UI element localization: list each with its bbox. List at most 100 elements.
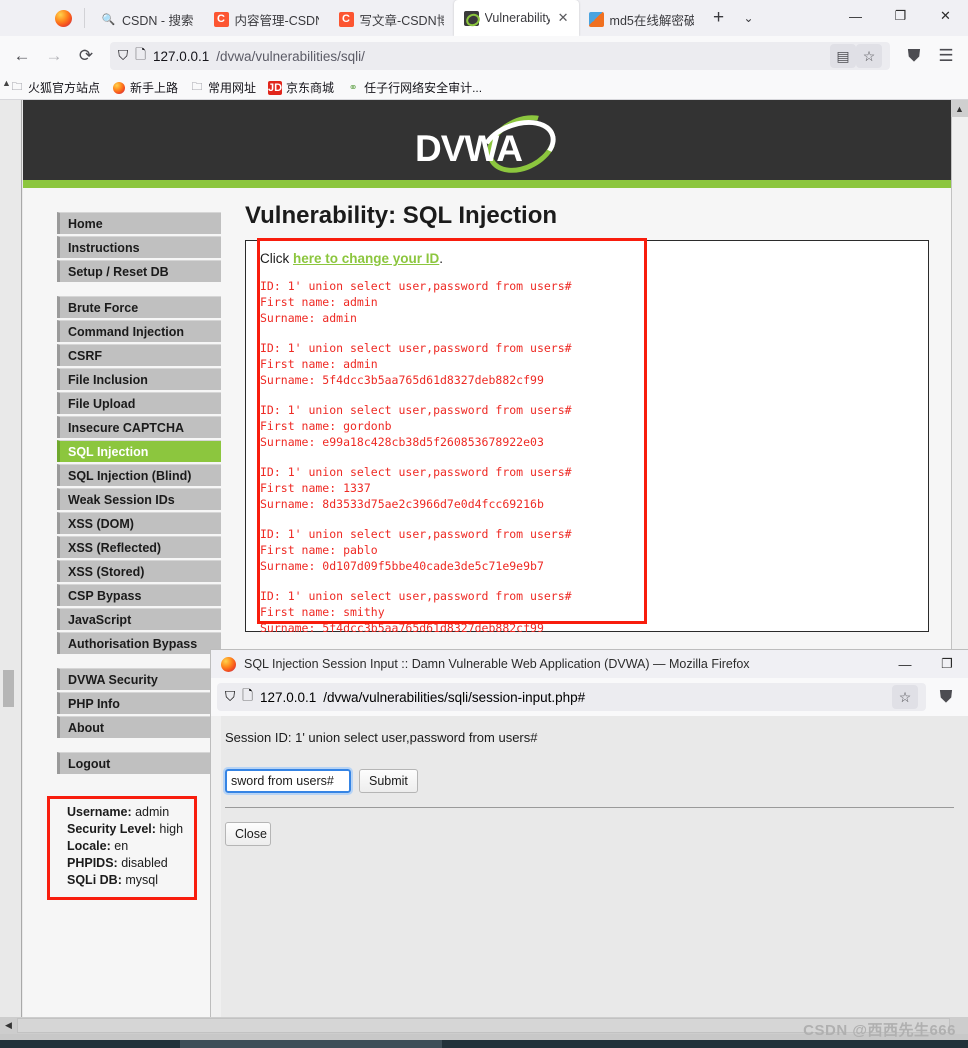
sidebar-item-sql-injection-blind[interactable]: SQL Injection (Blind)	[57, 464, 221, 486]
close-button[interactable]: ✕	[923, 0, 968, 32]
sidebar-item-setup-reset-db[interactable]: Setup / Reset DB	[57, 260, 221, 282]
bookmark-star-icon[interactable]: ☆	[856, 44, 882, 68]
result-surname: Surname: 8d3533d75ae2c3966d7e0d4fcc69216…	[260, 497, 544, 511]
sidebar-item-dvwa-security[interactable]: DVWA Security	[57, 668, 221, 690]
tab-label: CSDN - 搜索	[122, 13, 194, 28]
info-security-row: Security Level: high	[67, 821, 215, 838]
info-phpids-row: PHPIDS: disabled	[67, 855, 215, 872]
sidebar-item-brute-force[interactable]: Brute Force	[57, 296, 221, 318]
sidebar-item-xss-stored[interactable]: XSS (Stored)	[57, 560, 221, 582]
info-security-label: Security Level:	[67, 822, 156, 836]
sidebar-item-weak-session-ids[interactable]: Weak Session IDs	[57, 488, 221, 510]
background-scrollbar-thumb[interactable]	[3, 670, 14, 707]
sidebar-item-label: SQL Injection (Blind)	[68, 468, 192, 483]
sidebar-item-authorisation-bypass[interactable]: Authorisation Bypass	[57, 632, 221, 654]
new-tab-button[interactable]: +	[704, 3, 734, 33]
back-icon[interactable]: ←	[6, 41, 38, 71]
popup-left-strip	[211, 716, 221, 1026]
window-controls: — ❐ ✕	[833, 0, 968, 36]
tab-content-mgmt[interactable]: C 内容管理-CSDN	[204, 2, 329, 36]
tab-write-article[interactable]: C 写文章-CSDN博	[329, 2, 454, 36]
logo-text: DVWA	[415, 128, 523, 169]
bookmark-item[interactable]: 🗀 火狐官方站点	[10, 79, 101, 96]
session-form: sword from users# Submit	[223, 767, 968, 795]
sidebar-item-label: SQL Injection	[68, 444, 149, 459]
csdn-icon: C	[213, 11, 229, 27]
sidebar-item-label: Authorisation Bypass	[68, 636, 198, 651]
sidebar-item-instructions[interactable]: Instructions	[57, 236, 221, 258]
sidebar-item-label: CSRF	[68, 348, 103, 363]
bookmark-item[interactable]: JD 京东商城	[268, 79, 334, 96]
sidebar-item-label: Home	[68, 216, 103, 231]
tab-strip: 🔍 CSDN - 搜索 C 内容管理-CSDN C 写文章-CSDN博 Vuln…	[0, 0, 968, 36]
close-button[interactable]: Close	[225, 822, 271, 846]
scroll-up-arrow-icon[interactable]: ▲	[2, 78, 11, 88]
popup-titlebar: SQL Injection Session Input :: Damn Vuln…	[211, 650, 968, 678]
sidebar-item-label: Brute Force	[68, 300, 139, 315]
change-id-link[interactable]: here to change your ID	[293, 251, 439, 266]
sidebar-item-about[interactable]: About	[57, 716, 221, 738]
hamburger-menu-icon[interactable]: ☰	[930, 41, 962, 71]
info-phpids-value: disabled	[121, 856, 168, 870]
session-input-popup-window: SQL Injection Session Input :: Damn Vuln…	[211, 650, 968, 1026]
sidebar-item-csrf[interactable]: CSRF	[57, 344, 221, 366]
popup-maximize-button[interactable]: ❐	[926, 650, 968, 678]
reload-icon[interactable]: ⟳	[70, 41, 102, 71]
popup-pocket-icon[interactable]: ⛊	[930, 682, 962, 712]
sidebar-item-sql-injection[interactable]: SQL Injection	[57, 440, 221, 462]
sidebar-item-home[interactable]: Home	[57, 212, 221, 234]
dvwa-green-divider	[23, 180, 951, 188]
taskbar-segment	[0, 1040, 180, 1048]
sidebar-item-xss-dom[interactable]: XSS (DOM)	[57, 512, 221, 534]
bookmark-item[interactable]: 🗀 常用网址	[190, 79, 257, 96]
sidebar-item-csp-bypass[interactable]: CSP Bypass	[57, 584, 221, 606]
popup-address-bar[interactable]: ⛉ 🗋 127.0.0.1/dvwa/vulnerabilities/sqli/…	[217, 683, 926, 711]
bookmark-label: 火狐官方站点	[28, 81, 101, 95]
firefox-icon	[112, 81, 126, 95]
sidebar-item-file-inclusion[interactable]: File Inclusion	[57, 368, 221, 390]
scrollbar-thumb[interactable]	[951, 117, 968, 682]
sidebar-group-general: Home Instructions Setup / Reset DB	[23, 212, 223, 282]
sidebar-group-meta: DVWA Security PHP Info About	[23, 668, 223, 738]
chevron-down-icon[interactable]: ⌄	[734, 3, 764, 33]
login-info-box: Username: admin Security Level: high Loc…	[57, 796, 225, 897]
scroll-left-icon[interactable]: ◀	[0, 1020, 17, 1031]
popup-window-controls: — ❐	[884, 650, 968, 678]
bookmark-item[interactable]: ⚭ 任子行网络安全审计...	[346, 79, 482, 96]
tab-csdn-search[interactable]: 🔍 CSDN - 搜索	[91, 2, 204, 36]
sidebar-item-label: Insecure CAPTCHA	[68, 420, 184, 435]
forward-icon[interactable]: →	[38, 41, 70, 71]
sidebar-item-file-upload[interactable]: File Upload	[57, 392, 221, 414]
page-icon: 🗋	[242, 687, 253, 703]
sidebar-item-label: Weak Session IDs	[68, 492, 175, 507]
result-surname: Surname: 0d107d09f5bbe40cade3de5c71e9e9b…	[260, 559, 544, 573]
sidebar-item-label: XSS (Reflected)	[68, 540, 162, 555]
result-row: ID: 1' union select user,password from u…	[260, 588, 914, 636]
sidebar-item-label: File Inclusion	[68, 372, 148, 387]
sidebar-group-session: Logout	[23, 752, 223, 774]
sidebar-item-logout[interactable]: Logout	[57, 752, 221, 774]
reader-mode-icon[interactable]: ▤	[830, 44, 856, 68]
result-first-name: First name: gordonb	[260, 419, 392, 433]
dvwa-icon	[463, 10, 479, 26]
search-icon: 🔍	[101, 13, 116, 26]
sidebar-item-php-info[interactable]: PHP Info	[57, 692, 221, 714]
session-id-input[interactable]: sword from users#	[223, 767, 353, 795]
scroll-up-icon[interactable]: ▲	[951, 100, 968, 117]
pocket-icon[interactable]: ⛊	[898, 41, 930, 71]
bookmarks-toolbar: 🗀 火狐官方站点 新手上路 🗀 常用网址 JD 京东商城 ⚭ 任子行网络安全审计…	[0, 76, 968, 100]
popup-bookmark-star-icon[interactable]: ☆	[892, 685, 918, 709]
sidebar-item-insecure-captcha[interactable]: Insecure CAPTCHA	[57, 416, 221, 438]
sidebar-item-xss-reflected[interactable]: XSS (Reflected)	[57, 536, 221, 558]
sidebar-item-command-injection[interactable]: Command Injection	[57, 320, 221, 342]
bookmark-item[interactable]: 新手上路	[112, 79, 178, 96]
tab-vulnerability[interactable]: Vulnerability ✕	[453, 0, 579, 36]
address-bar[interactable]: ⛉ 🗋 127.0.0.1/dvwa/vulnerabilities/sqli/…	[110, 42, 890, 70]
sidebar-item-javascript[interactable]: JavaScript	[57, 608, 221, 630]
tab-md5[interactable]: md5在线解密破	[579, 2, 704, 36]
close-icon[interactable]: ✕	[558, 10, 569, 26]
popup-minimize-button[interactable]: —	[884, 650, 926, 678]
submit-button[interactable]: Submit	[359, 769, 418, 793]
minimize-button[interactable]: —	[833, 0, 878, 32]
maximize-button[interactable]: ❐	[878, 0, 923, 32]
